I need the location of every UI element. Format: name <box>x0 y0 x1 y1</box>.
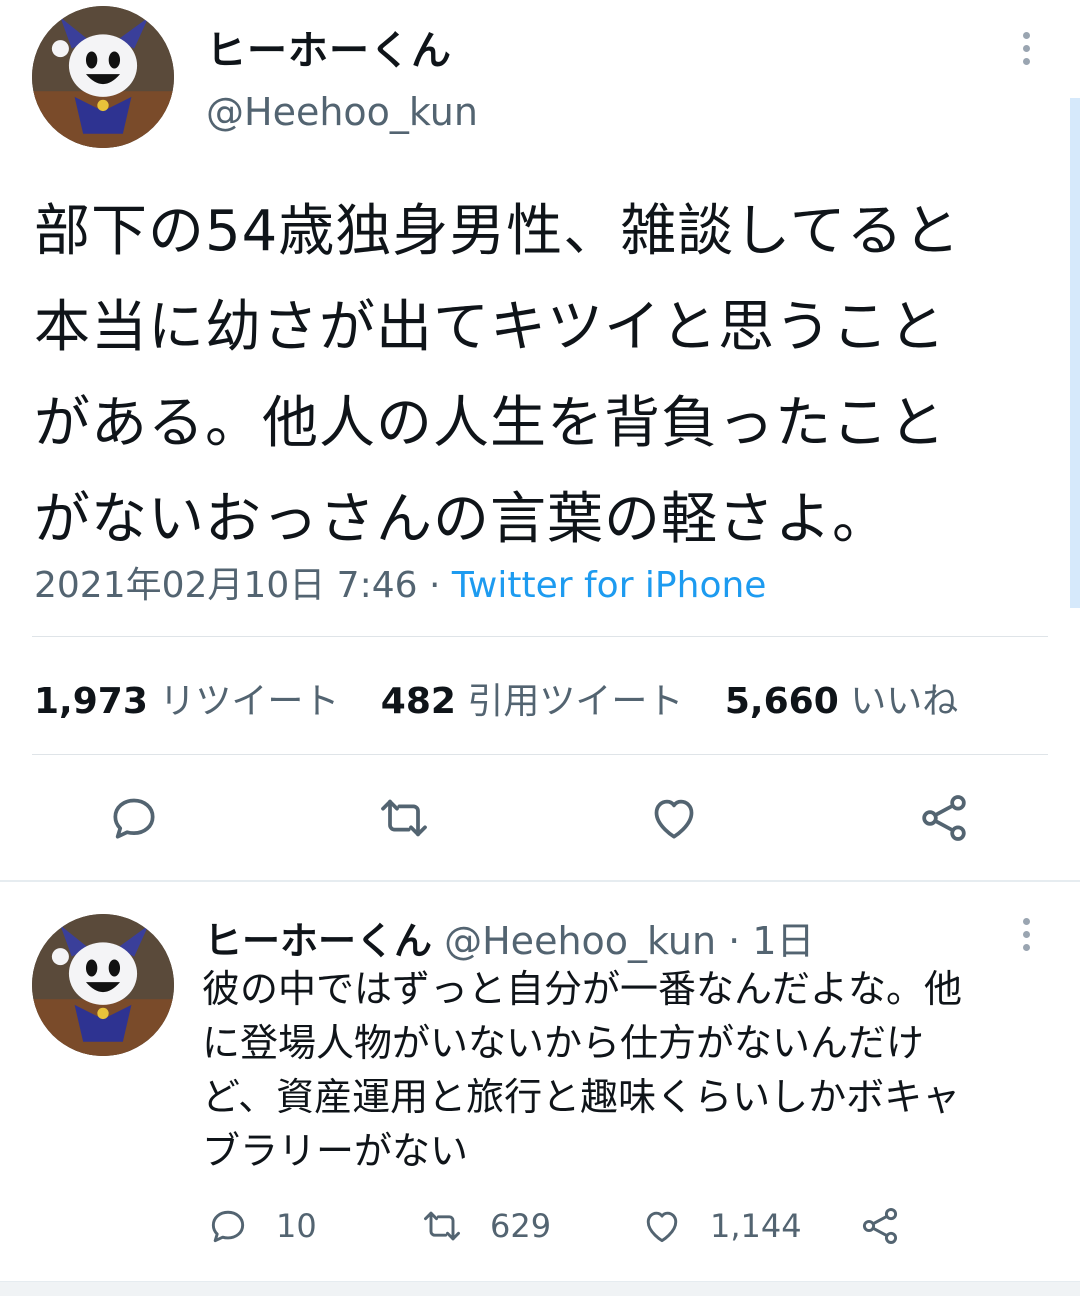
tweet-text-line: 部下の54歳独身男性、雑談してると <box>34 199 961 264</box>
tweet-text-line: がある。他人の人生を背負ったこと <box>34 391 946 456</box>
tweet-actions <box>0 790 1080 850</box>
author-name[interactable]: ヒーホーくん <box>206 18 452 76</box>
author-name[interactable]: ヒーホーくん <box>204 919 432 963</box>
jack-frost-mascot-icon <box>32 914 174 1056</box>
reply-icon[interactable] <box>106 790 162 846</box>
more-options-icon[interactable] <box>1022 918 1030 951</box>
reply-text-line: に登場人物がいないから仕方がないんだけ <box>202 1021 925 1065</box>
reply-text: 彼の中ではずっと自分が一番なんだよな。他 に登場人物がいないから仕方がないんだけ… <box>202 962 1052 1178</box>
share-button[interactable] <box>858 1204 902 1248</box>
bottom-edge <box>0 1281 1080 1296</box>
tweet-meta: 2021年02月10日 7:46 · Twitter for iPhone <box>34 556 766 608</box>
more-options-icon[interactable] <box>1022 32 1030 65</box>
tweet-text-line: 本当に幼さが出てキツイと思うこと <box>34 295 946 360</box>
tweet-text: 部下の54歳独身男性、雑談してると 本当に幼さが出てキツイと思うこと がある。他… <box>34 184 1044 568</box>
reply-text-line: ブラリーがない <box>202 1129 469 1173</box>
share-icon <box>862 1208 898 1244</box>
author-handle[interactable]: @Heehoo_kun <box>444 919 716 963</box>
meta-separator: · <box>728 919 741 963</box>
reply-actions: 10 629 1,144 <box>0 1204 1080 1254</box>
meta-separator: · <box>428 565 441 606</box>
tweet-timestamp[interactable]: 2021年02月10日 7:46 <box>34 565 418 606</box>
like-count: 1,144 <box>710 1207 802 1245</box>
share-icon[interactable] <box>916 790 972 846</box>
retweets-stat[interactable]: 1,973 リツイート <box>34 681 339 722</box>
retweet-icon[interactable] <box>376 790 432 846</box>
author-handle[interactable]: @Heehoo_kun <box>206 90 478 134</box>
tweet-stats: 1,973 リツイート 482 引用ツイート 5,660 いいね <box>34 672 958 724</box>
divider <box>32 636 1048 637</box>
reply-tweet[interactable]: ヒーホーくん @Heehoo_kun · 1日 彼の中ではずっと自分が一番なんだ… <box>0 882 1080 1296</box>
reply-time[interactable]: 1日 <box>752 919 814 963</box>
retweet-button[interactable]: 629 <box>420 1204 551 1248</box>
jack-frost-mascot-icon <box>32 6 174 148</box>
quotes-stat[interactable]: 482 引用ツイート <box>381 681 684 722</box>
like-icon <box>646 1211 678 1243</box>
reply-count: 10 <box>276 1207 317 1245</box>
divider <box>32 754 1048 755</box>
like-button[interactable]: 1,144 <box>640 1204 802 1248</box>
retweet-count: 629 <box>490 1207 552 1245</box>
avatar[interactable] <box>32 914 174 1056</box>
reply-header: ヒーホーくん @Heehoo_kun · 1日 <box>204 910 815 965</box>
like-icon[interactable] <box>646 790 702 846</box>
avatar[interactable] <box>32 6 174 148</box>
reply-button[interactable]: 10 <box>206 1204 317 1248</box>
main-tweet: ヒーホーくん @Heehoo_kun 部下の54歳独身男性、雑談してると 本当に… <box>0 0 1080 882</box>
retweet-icon <box>424 1211 460 1241</box>
reply-text-line: ど、資産運用と旅行と趣味くらいしかボキャ <box>202 1075 961 1119</box>
likes-stat[interactable]: 5,660 いいね <box>725 681 958 722</box>
tweet-source-link[interactable]: Twitter for iPhone <box>452 565 767 606</box>
reply-icon <box>211 1210 245 1243</box>
reply-text-line: 彼の中ではずっと自分が一番なんだよな。他 <box>202 967 963 1011</box>
tweet-text-line: がないおっさんの言葉の軽さよ。 <box>34 487 889 552</box>
